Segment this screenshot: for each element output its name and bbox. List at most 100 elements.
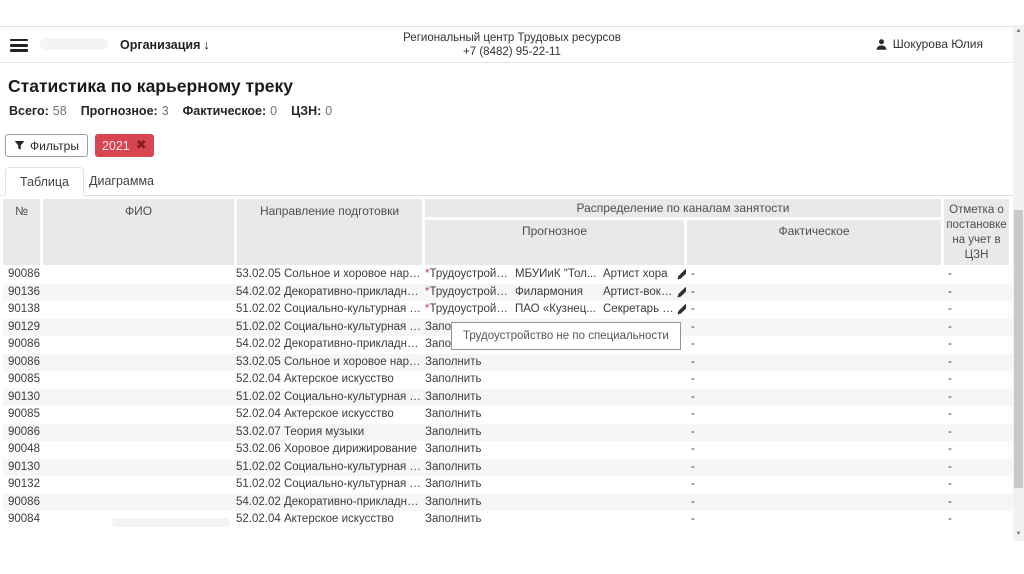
tab-bar: Таблица Диаграмма (0, 167, 1013, 196)
fill-in-link[interactable]: Заполнить (425, 424, 481, 442)
row-prognoz: Заполнить (422, 354, 686, 372)
page-scrollbar[interactable]: ▲ ▼ (1013, 25, 1024, 541)
fill-in-link[interactable]: Заполнить (425, 476, 481, 494)
org-center-phone: +7 (8482) 95-22-11 (463, 46, 561, 58)
fill-in-link[interactable]: Заполнить (425, 406, 481, 424)
row-fact: - (691, 355, 695, 368)
row-direction: 52.02.04 Актерское искусство (236, 408, 394, 420)
row-fio (40, 284, 234, 302)
row-fact: - (691, 268, 695, 280)
row-prognoz: Заполнить (422, 389, 686, 407)
fill-in-link[interactable]: Заполнить (425, 441, 481, 459)
hamburger-icon[interactable] (10, 39, 28, 52)
row-id: 90048... (8, 443, 40, 455)
row-fact: - (691, 303, 695, 315)
row-prognoz: Заполнить (422, 424, 686, 442)
user-menu[interactable]: Шокурова Юлия (875, 37, 983, 51)
row-prognoz: Заполнить (422, 406, 686, 424)
row-id: 90085... (8, 373, 40, 385)
row-czn: - (948, 460, 952, 473)
required-asterisk-icon: * (425, 268, 430, 280)
row-prognoz: Заполнить (422, 371, 686, 389)
row-id: 90086... (8, 338, 40, 350)
row-fio (40, 336, 234, 354)
row-czn: - (948, 478, 952, 490)
table-row: 90130... 51.02.02 Социально-культурная де… (3, 458, 1013, 477)
row-fio (40, 389, 234, 407)
row-id: 90084... (8, 513, 40, 525)
page-title: Статистика по карьерному треку (8, 76, 293, 96)
col-header-direction: Направление подготовки (237, 199, 422, 265)
row-id: 90086... (8, 355, 40, 368)
row-fio (40, 266, 234, 284)
edit-pencil-icon[interactable] (677, 301, 686, 319)
tooltip: Трудоустройство не по специальности (451, 322, 681, 350)
row-fact: - (691, 408, 695, 420)
fill-in-link[interactable]: Заполнить (425, 494, 481, 512)
table-row: 90086... 54.02.02 Декоративно-прикладное … (3, 493, 1013, 512)
col-group-distribution: Распределение по каналам занятости Прогн… (425, 199, 941, 265)
fill-in-link[interactable]: Заполнить (425, 371, 481, 389)
fill-in-link[interactable]: Заполнить (425, 354, 481, 372)
org-label: Организация (120, 37, 201, 52)
table-row: 90132... 51.02.02 Социально-культурная де… (3, 476, 1013, 494)
table-row: 90138... 51.02.02 Социально-культурная де… (3, 301, 1013, 319)
prognoz-position: Секретарь ру... (603, 303, 674, 315)
scroll-up-icon[interactable]: ▲ (1013, 25, 1024, 38)
row-id: 90130... (8, 390, 40, 403)
row-direction: 53.02.05 Сольное и хоровое народно... (236, 268, 422, 280)
row-czn: - (948, 338, 952, 350)
row-fio (40, 494, 234, 512)
stat-fact: Фактическое: 0 (182, 104, 278, 118)
row-fact: - (691, 513, 695, 525)
table-row: 90086... 53.02.05 Сольное и хоровое народ… (3, 353, 1013, 372)
tab-diagram[interactable]: Диаграмма (75, 167, 168, 196)
top-navbar: Организация ↓ Региональный центр Трудовы… (0, 26, 1013, 63)
org-center-name: Региональный центр Трудовых ресурсов (403, 32, 621, 44)
row-direction: 51.02.02 Социально-культурная деяте... (236, 390, 422, 403)
badge-close-icon[interactable]: ✖ (136, 138, 147, 153)
scroll-down-icon[interactable]: ▼ (1013, 528, 1024, 541)
table-row: 90085... 52.02.04 Актерское искусство Запо… (3, 406, 1013, 424)
fill-in-link[interactable]: Заполнить (425, 459, 481, 477)
center-info: Региональный центр Трудовых ресурсов +7 … (362, 31, 662, 59)
fill-in-link[interactable]: Заполнить (425, 389, 481, 407)
row-fact: - (691, 443, 695, 455)
row-fio (40, 371, 234, 389)
row-fio (40, 424, 234, 442)
required-asterisk-icon: * (425, 303, 430, 315)
filter-badge-2021[interactable]: 2021 ✖ (94, 134, 154, 157)
col-header-fact: Фактическое (687, 220, 941, 265)
scroll-thumb[interactable] (1014, 210, 1023, 488)
redacted-text (112, 518, 230, 527)
prognoz-channel: *Трудоустройст... (425, 268, 512, 280)
org-selector[interactable]: Организация ↓ (120, 37, 210, 52)
edit-pencil-icon[interactable] (677, 284, 686, 302)
tab-table[interactable]: Таблица (5, 167, 85, 196)
fill-in-link[interactable]: Заполнить (425, 511, 481, 529)
row-id: 90130... (8, 460, 40, 473)
user-name: Шокурова Юлия (892, 37, 983, 51)
row-fio (40, 441, 234, 459)
prognoz-channel: *Трудоустройст... (425, 285, 512, 298)
row-fio (40, 354, 234, 372)
filters-button[interactable]: Фильтры (5, 134, 88, 157)
prognoz-channel: *Трудоустройст... (425, 303, 512, 315)
stat-total: Всего: 58 (9, 104, 67, 118)
row-id: 90086... (8, 425, 40, 438)
table-row: 90048... 53.02.06 Хоровое дирижирование За… (3, 441, 1013, 459)
table-row: 90085... 52.02.04 Актерское искусство Запо… (3, 371, 1013, 389)
row-fact: - (691, 478, 695, 490)
row-czn: - (948, 443, 952, 455)
col-header-distribution: Распределение по каналам занятости (425, 199, 941, 217)
edit-pencil-icon[interactable] (677, 266, 686, 284)
row-direction: 54.02.02 Декоративно-прикладное ис... (236, 495, 422, 508)
row-id: 90086... (8, 268, 40, 280)
stat-czn: ЦЗН: 0 (291, 104, 333, 118)
row-czn: - (948, 495, 952, 508)
row-direction: 51.02.02 Социально-культурная деяте... (236, 303, 422, 315)
prognoz-employer: ПАО «Кузнец... (515, 303, 596, 315)
row-fact: - (691, 495, 695, 508)
row-direction: 52.02.04 Актерское искусство (236, 513, 394, 525)
row-czn: - (948, 268, 952, 280)
